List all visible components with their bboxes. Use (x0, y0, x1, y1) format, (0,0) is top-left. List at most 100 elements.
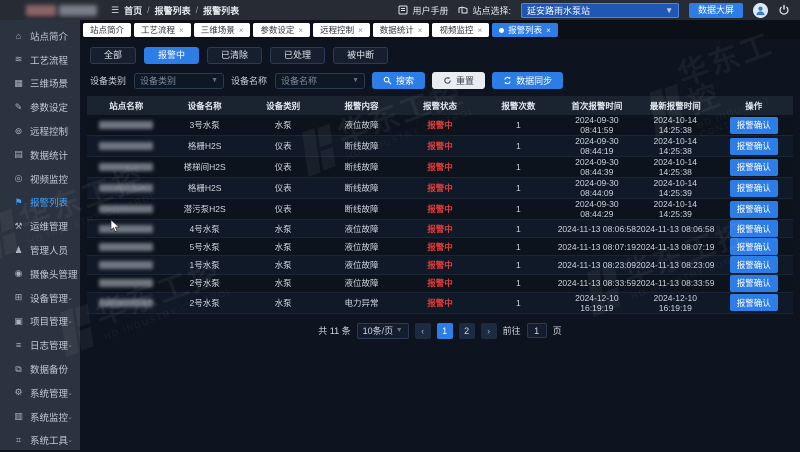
tab-数据统计[interactable]: 数据统计× (373, 23, 430, 37)
search-button[interactable]: 搜索 (372, 72, 425, 89)
top-bar: ☰ 首页 / 报警列表 / 报警列表 用户手册 站点选择: 延安路雨水泵站 ▼ … (0, 0, 800, 20)
alarm-table-wrap: 站点名称设备名称设备类别报警内容报警状态报警次数首次报警时间最新报警时间操作 3… (87, 96, 793, 314)
close-icon[interactable]: × (179, 26, 184, 35)
cell-latest-alarm-time: 2024-10-14 14:25:38 (636, 115, 714, 136)
tab-远程控制[interactable]: 远程控制 × (313, 23, 370, 37)
sync-icon (503, 76, 512, 85)
close-icon[interactable]: × (239, 26, 244, 35)
cell-device-category: 水泵 (244, 274, 322, 292)
alarm-confirm-button[interactable]: 报警确认 (730, 117, 778, 134)
sidebar-item-系统监控[interactable]: ▥系统监控⌄ (0, 405, 80, 429)
sidebar-item-运维管理[interactable]: ⚒运维管理 (0, 214, 80, 238)
sidebar-item-项目管理[interactable]: ▣项目管理⌄ (0, 310, 80, 334)
cell-device-category: 仪表 (244, 136, 322, 157)
alarm-confirm-button[interactable]: 报警确认 (730, 294, 778, 311)
status-tab-报警中[interactable]: 报警中 (144, 47, 199, 64)
status-tab-已清除[interactable]: 已清除 (207, 47, 262, 64)
tab-视频监控[interactable]: 视频监控× (432, 23, 489, 37)
alarm-confirm-button[interactable]: 报警确认 (730, 275, 778, 292)
page-number-2[interactable]: 2 (459, 323, 475, 339)
next-page-button[interactable]: › (481, 323, 497, 339)
user-manual-link[interactable]: 用户手册 (398, 4, 448, 17)
cell-operation: 报警确认 (715, 274, 794, 292)
alarm-confirm-button[interactable]: 报警确认 (730, 201, 778, 218)
app-logo (26, 5, 97, 16)
user-avatar[interactable] (753, 3, 768, 18)
table-header-row: 站点名称设备名称设备类别报警内容报警状态报警次数首次报警时间最新报警时间操作 (87, 96, 793, 115)
goto-page-input[interactable] (527, 323, 547, 338)
close-icon[interactable]: × (418, 26, 423, 35)
alarm-confirm-button[interactable]: 报警确认 (730, 180, 778, 197)
sidebar-item-系统工具[interactable]: ⌗系统工具⌄ (0, 429, 80, 452)
sidebar-item-数据统计[interactable]: ▤ 数据统计 (0, 143, 80, 167)
breadcrumb-level-1[interactable]: 报警列表 (155, 4, 191, 17)
pagination-total: 共 11 条 (318, 324, 350, 337)
site-select-dropdown[interactable]: 延安路雨水泵站 ▼ (521, 3, 679, 18)
cell-device-name: 1号水泵 (165, 256, 243, 274)
tab-工艺流程[interactable]: 工艺流程× (134, 23, 191, 37)
alarm-confirm-button[interactable]: 报警确认 (730, 159, 778, 176)
table-body: 3号水泵水泵液位故障报警中12024-09-30 08:41:592024-10… (87, 115, 793, 313)
site-select-value: 延安路雨水泵站 (527, 4, 590, 17)
category-select[interactable]: 设备类别 ▼ (134, 73, 224, 89)
tab-站点简介[interactable]: 站点简介 (83, 23, 131, 37)
close-icon[interactable]: × (546, 26, 551, 35)
sidebar-item-label: 数据统计 (30, 148, 68, 162)
sidebar-item-参数设定[interactable]: ✎参数设定 (0, 95, 80, 119)
sidebar-item-icon: ▤ (13, 149, 24, 160)
cell-first-alarm-time: 2024-09-30 08:41:59 (558, 115, 636, 136)
cell-alarm-content: 液位故障 (322, 238, 400, 256)
sidebar-item-三维场景[interactable]: ▦三维场景 (0, 72, 80, 96)
sidebar-item-日志管理[interactable]: ≡日志管理⌄ (0, 333, 80, 357)
sidebar-item-设备管理[interactable]: ⊞设备管理⌄ (0, 286, 80, 310)
menu-collapse-icon[interactable]: ☰ (111, 5, 119, 16)
close-icon[interactable]: × (298, 26, 303, 35)
cell-device-name: 2号水泵 (165, 274, 243, 292)
sidebar-item-管理人员[interactable]: ♟管理人员 (0, 238, 80, 262)
status-tab-已处理[interactable]: 已处理 (270, 47, 325, 64)
sidebar-item-数据备份[interactable]: ⧉数据备份 (0, 357, 80, 381)
breadcrumb-separator: / (147, 5, 150, 15)
device-name-select[interactable]: 设备名称 ▼ (275, 73, 365, 89)
cell-alarm-status: 报警中 (401, 178, 479, 199)
status-tab-被中断[interactable]: 被中断 (333, 47, 388, 64)
page-number-1[interactable]: 1 (437, 323, 453, 339)
alarm-status-tabs: 全部报警中已清除已处理被中断 (90, 47, 800, 64)
breadcrumb-home[interactable]: 首页 (124, 4, 142, 17)
page-size-select[interactable]: 10条/页 ▼ (357, 323, 409, 339)
tab-参数设定[interactable]: 参数设定× (253, 23, 310, 37)
sidebar-item-摄像头管理[interactable]: ◉摄像头管理⌄ (0, 262, 80, 286)
sidebar-item-icon: ◎ (13, 173, 24, 184)
prev-page-button[interactable]: ‹ (415, 323, 431, 339)
alarm-confirm-button[interactable]: 报警确认 (730, 138, 778, 155)
close-icon[interactable]: × (358, 26, 363, 35)
manual-book-icon (398, 5, 408, 15)
data-sync-button[interactable]: 数据同步 (492, 72, 563, 89)
sidebar-item-远程控制[interactable]: ⊚远程控制 (0, 119, 80, 143)
close-icon[interactable]: × (477, 26, 482, 35)
status-tab-全部[interactable]: 全部 (90, 47, 136, 64)
reset-button[interactable]: 重置 (432, 72, 485, 89)
table-row: 楼梯间H2S仪表断线故障报警中12024-09-30 08:44:392024-… (87, 157, 793, 178)
tab-三维场景[interactable]: 三维场景× (194, 23, 251, 37)
breadcrumb: ☰ 首页 / 报警列表 / 报警列表 (111, 4, 239, 17)
power-icon[interactable] (778, 4, 790, 16)
column-header: 报警状态 (401, 96, 479, 115)
cell-alarm-count: 1 (479, 220, 557, 238)
cell-operation: 报警确认 (715, 238, 794, 256)
alarm-confirm-button[interactable]: 报警确认 (730, 256, 778, 273)
tab-报警列表[interactable]: 报警列表× (492, 23, 558, 37)
chevron-down-icon: ⌄ (67, 436, 73, 444)
cell-latest-alarm-time: 2024-10-14 14:25:39 (636, 199, 714, 220)
sidebar-item-工艺流程[interactable]: ≋工艺流程 (0, 48, 80, 72)
alarm-confirm-button[interactable]: 报警确认 (730, 238, 778, 255)
sidebar-item-报警列表[interactable]: ⚑报警列表 (0, 191, 80, 215)
tab-label: 远程控制 (320, 24, 354, 36)
alarm-confirm-button[interactable]: 报警确认 (730, 220, 778, 237)
sidebar-item-label: 远程控制 (30, 124, 68, 138)
sidebar-item-系统管理[interactable]: ⚙系统管理⌄ (0, 381, 80, 405)
alarm-table: 站点名称设备名称设备类别报警内容报警状态报警次数首次报警时间最新报警时间操作 3… (87, 96, 793, 314)
sidebar-item-视频监控[interactable]: ◎视频监控 (0, 167, 80, 191)
big-screen-button[interactable]: 数据大屏 (689, 3, 743, 18)
sidebar-item-站点简介[interactable]: ⌂站点简介 (0, 24, 80, 48)
